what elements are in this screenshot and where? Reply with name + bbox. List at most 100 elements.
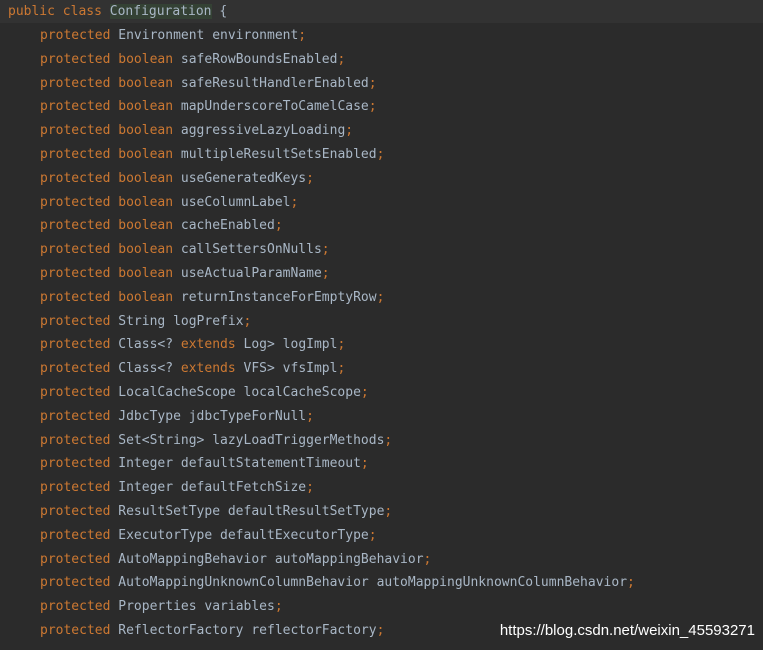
field-name: callSettersOnNulls	[180, 242, 322, 258]
semicolon: ;	[290, 194, 299, 210]
protected-keyword: protected	[40, 170, 111, 186]
field-name: useActualParamName	[180, 266, 322, 281]
field-type: Class<?	[118, 361, 174, 377]
semicolon: ;	[345, 123, 354, 139]
field-name: autoMappingBehavior	[274, 551, 424, 567]
field-type: Class<?	[118, 337, 174, 353]
field-declaration-line: protected Properties variables;	[40, 595, 283, 619]
open-brace: {	[219, 4, 228, 19]
field-declaration-line: protected String logPrefix;	[40, 310, 251, 334]
field-name: reflectorFactory	[251, 623, 377, 638]
field-type: String	[118, 313, 166, 329]
field-name: multipleResultSetsEnabled	[180, 147, 377, 162]
semicolon: ;	[306, 408, 314, 424]
boolean-keyword: boolean	[118, 242, 174, 258]
field-name: jdbcTypeForNull	[188, 408, 307, 424]
field-declaration-line: protected Environment environment;	[40, 24, 306, 48]
field-type: Integer	[118, 480, 174, 496]
field-type: AutoMappingBehavior	[118, 551, 267, 567]
field-declaration-line: protected boolean useColumnLabel;	[40, 191, 298, 215]
protected-keyword: protected	[40, 361, 111, 377]
protected-keyword: protected	[40, 194, 111, 210]
field-type: Environment	[118, 28, 205, 43]
field-name: cacheEnabled	[180, 218, 275, 234]
field-name: aggressiveLazyLoading	[180, 123, 346, 139]
field-declaration-line: protected boolean aggressiveLazyLoading;	[40, 119, 353, 143]
field-name: defaultExecutorType	[220, 527, 369, 543]
field-name: returnInstanceForEmptyRow	[180, 289, 377, 305]
protected-keyword: protected	[40, 623, 111, 638]
semicolon: ;	[306, 480, 314, 496]
field-name: useGeneratedKeys	[180, 170, 307, 186]
protected-keyword: protected	[40, 266, 111, 281]
extends-keyword: extends	[180, 361, 236, 377]
boolean-keyword: boolean	[118, 218, 174, 234]
semicolon: ;	[298, 28, 307, 43]
code-editor[interactable]: public class Configuration { protected E…	[0, 0, 763, 650]
semicolon: ;	[627, 575, 635, 591]
semicolon: ;	[337, 51, 346, 67]
semicolon: ;	[368, 75, 377, 91]
semicolon: ;	[368, 527, 377, 543]
field-type: Properties	[118, 599, 197, 615]
semicolon: ;	[384, 504, 393, 519]
field-declaration-line: protected AutoMappingBehavior autoMappin…	[40, 548, 431, 572]
semicolon: ;	[360, 456, 369, 472]
semicolon: ;	[243, 313, 252, 329]
field-name: localCacheScope	[243, 385, 361, 400]
protected-keyword: protected	[40, 599, 111, 615]
semicolon: ;	[368, 99, 377, 115]
protected-keyword: protected	[40, 527, 111, 543]
boolean-keyword: boolean	[118, 99, 174, 115]
field-declaration-line: protected Set<String> lazyLoadTriggerMet…	[40, 429, 392, 453]
boolean-keyword: boolean	[118, 170, 174, 186]
semicolon: ;	[274, 218, 283, 234]
field-type: LocalCacheScope	[118, 385, 236, 400]
field-declaration-line: protected boolean callSettersOnNulls;	[40, 238, 330, 262]
semicolon: ;	[376, 289, 385, 305]
protected-keyword: protected	[40, 504, 111, 519]
field-type: Set<String>	[118, 432, 205, 448]
field-name: environment	[212, 28, 299, 43]
class-keyword: class	[62, 4, 102, 19]
semicolon: ;	[376, 623, 385, 638]
boolean-keyword: boolean	[118, 194, 174, 210]
field-name: mapUnderscoreToCamelCase	[180, 99, 369, 115]
field-declaration-line: protected JdbcType jdbcTypeForNull;	[40, 405, 314, 429]
protected-keyword: protected	[40, 123, 111, 139]
field-name: logImpl	[282, 337, 338, 353]
semicolon: ;	[337, 337, 346, 353]
field-type: Integer	[118, 456, 174, 472]
field-name: safeRowBoundsEnabled	[180, 51, 338, 67]
protected-keyword: protected	[40, 218, 111, 234]
protected-keyword: protected	[40, 99, 111, 115]
boolean-keyword: boolean	[118, 289, 174, 305]
field-name: defaultStatementTimeout	[180, 456, 361, 472]
field-name: useColumnLabel	[180, 194, 291, 210]
class-declaration-line: public class Configuration {	[8, 0, 227, 24]
field-declaration-line: protected boolean returnInstanceForEmpty…	[40, 286, 384, 310]
semicolon: ;	[306, 170, 314, 186]
protected-keyword: protected	[40, 575, 111, 591]
watermark: https://blog.csdn.net/weixin_45593271	[499, 622, 755, 639]
type-bound: Log>	[243, 337, 275, 353]
boolean-keyword: boolean	[118, 51, 174, 67]
protected-keyword: protected	[40, 456, 111, 472]
protected-keyword: protected	[40, 480, 111, 496]
field-name: vfsImpl	[282, 361, 338, 377]
field-declaration-line: protected boolean mapUnderscoreToCamelCa…	[40, 95, 377, 119]
semicolon: ;	[321, 242, 330, 258]
protected-keyword: protected	[40, 51, 111, 67]
protected-keyword: protected	[40, 75, 111, 91]
protected-keyword: protected	[40, 147, 111, 162]
protected-keyword: protected	[40, 289, 111, 305]
field-name: autoMappingUnknownColumnBehavior	[376, 575, 628, 591]
semicolon: ;	[321, 266, 330, 281]
protected-keyword: protected	[40, 313, 111, 329]
field-declaration-line: protected boolean safeRowBoundsEnabled;	[40, 48, 345, 72]
field-name: lazyLoadTriggerMethods	[212, 432, 385, 448]
field-name: defaultFetchSize	[180, 480, 307, 496]
protected-keyword: protected	[40, 408, 111, 424]
field-declaration-line: protected Integer defaultStatementTimeou…	[40, 452, 369, 476]
boolean-keyword: boolean	[118, 123, 174, 139]
